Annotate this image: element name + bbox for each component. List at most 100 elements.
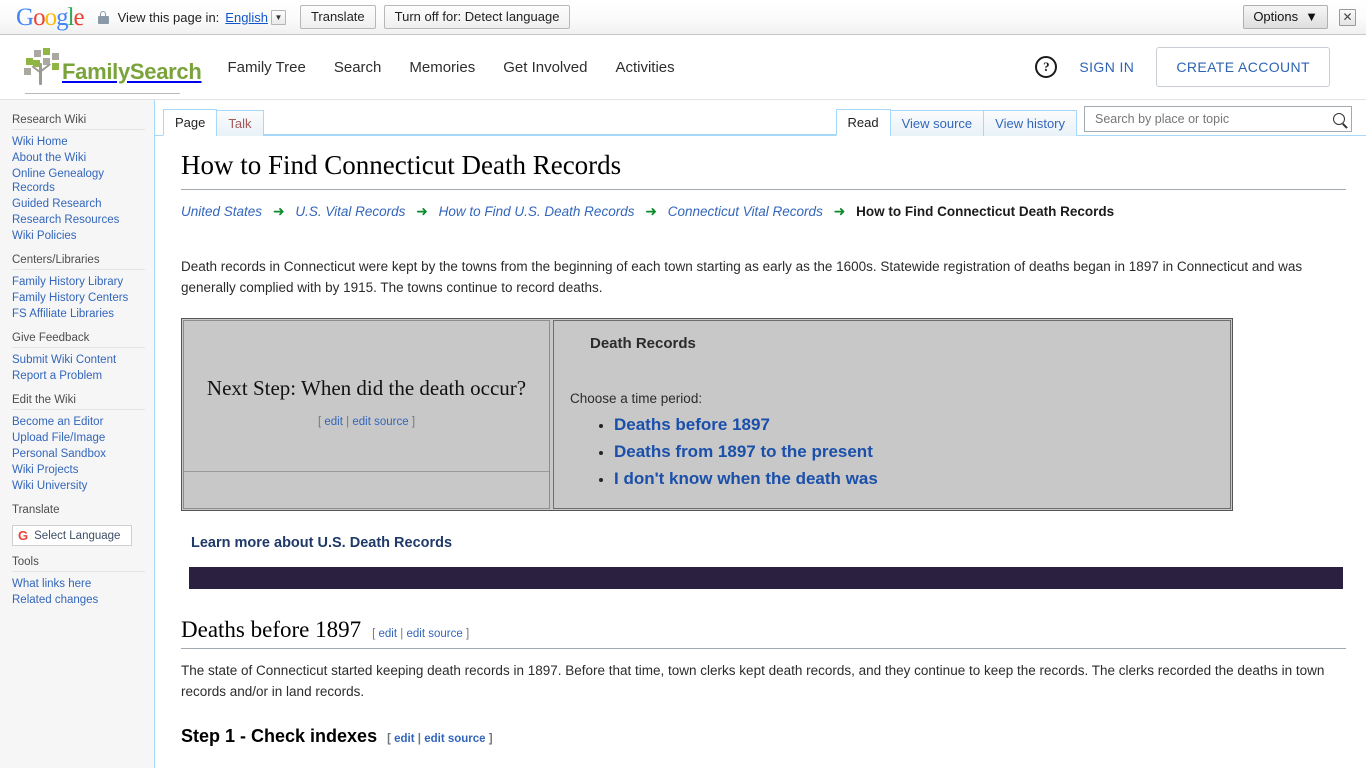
link-dont-know-when-death-was[interactable]: I don't know when the death was [614, 469, 878, 488]
tab-view-source[interactable]: View source [889, 110, 985, 136]
separator: | [400, 628, 404, 641]
select-language-dropdown[interactable]: G Select Language [12, 525, 132, 546]
sidebar-item-research-resources[interactable]: Research Resources [12, 213, 119, 227]
list-item: FS Affiliate Libraries [12, 306, 145, 322]
sidebar-item-report-a-problem[interactable]: Report a Problem [12, 369, 102, 383]
google-logo-letter: G [16, 3, 34, 31]
sign-in-link[interactable]: SIGN IN [1079, 59, 1134, 75]
sidebar-group-centers-libraries: Centers/Libraries Family History Library… [0, 250, 154, 322]
breadcrumb-item-how-to-find-us-death-records[interactable]: How to Find U.S. Death Records [439, 204, 635, 219]
translate-bar-right: Options ▼ ✕ [1243, 5, 1358, 29]
sidebar-item-wiki-home[interactable]: Wiki Home [12, 135, 68, 149]
sidebar-group-title: Research Wiki [12, 114, 87, 126]
edit-source-link[interactable]: edit source [406, 628, 462, 640]
sidebar-item-fs-affiliate-libraries[interactable]: FS Affiliate Libraries [12, 307, 114, 321]
list-item: Personal Sandbox [12, 446, 145, 462]
separator: | [346, 416, 350, 429]
search-box[interactable] [1084, 106, 1352, 132]
sidebar-item-family-history-library[interactable]: Family History Library [12, 275, 123, 289]
nav-item-memories[interactable]: Memories [409, 59, 475, 76]
nav-item-get-involved[interactable]: Get Involved [503, 59, 587, 76]
tab-page[interactable]: Page [163, 109, 218, 136]
link-deaths-from-1897-to-present[interactable]: Deaths from 1897 to the present [614, 442, 873, 461]
sidebar-item-guided-research[interactable]: Guided Research [12, 197, 102, 211]
translate-button[interactable]: Translate [299, 5, 376, 29]
choose-period-label: Choose a time period: [570, 391, 703, 407]
sidebar-group-translate: Translate G Select Language [0, 500, 154, 546]
sidebar-list: What links here Related changes [12, 571, 145, 608]
search-input[interactable] [1093, 111, 1329, 127]
nav-item-search[interactable]: Search [334, 59, 382, 76]
sidebar-list: Become an Editor Upload File/Image Perso… [12, 409, 145, 494]
create-account-button[interactable]: CREATE ACCOUNT [1156, 47, 1330, 87]
select-language-label: Select Language [34, 529, 121, 542]
breadcrumb-item-us-vital-records[interactable]: U.S. Vital Records [295, 204, 405, 219]
link-deaths-before-1897[interactable]: Deaths before 1897 [614, 415, 770, 434]
nav-item-activities[interactable]: Activities [615, 59, 674, 76]
sidebar-list: Wiki Home About the Wiki Online Genealog… [12, 129, 145, 244]
sidebar-item-family-history-centers[interactable]: Family History Centers [12, 291, 128, 305]
bracket-open: [ [387, 733, 391, 746]
close-icon[interactable]: ✕ [1339, 8, 1356, 26]
list-item: Guided Research [12, 196, 145, 212]
tab-spacer [262, 100, 836, 135]
turn-off-translate-button[interactable]: Turn off for: Detect language [383, 5, 571, 29]
nav-item-family-tree[interactable]: Family Tree [227, 59, 305, 76]
chevron-down-icon[interactable]: ▼ [270, 9, 286, 25]
wiki-tab-bar: Page Talk Read View source View history [155, 100, 1366, 136]
sidebar-item-become-an-editor[interactable]: Become an Editor [12, 415, 103, 429]
time-period-list: Deaths before 1897 Deaths from 1897 to t… [570, 413, 1214, 490]
help-icon[interactable]: ? [1035, 56, 1058, 78]
breadcrumb-item-connecticut-vital-records[interactable]: Connecticut Vital Records [668, 204, 823, 219]
translate-prompt-label: View this page in: [117, 9, 220, 25]
sidebar-item-related-changes[interactable]: Related changes [12, 593, 98, 607]
breadcrumb-item-united-states[interactable]: United States [181, 204, 262, 219]
sidebar-item-online-genealogy-records[interactable]: Online Genealogy Records [12, 167, 145, 195]
edit-link[interactable]: edit [379, 628, 398, 640]
list-item: About the Wiki [12, 150, 145, 166]
sidebar-item-wiki-projects[interactable]: Wiki Projects [12, 463, 78, 477]
familysearch-logo[interactable]: FamilySearch [22, 46, 202, 94]
list-item: Online Genealogy Records [12, 166, 145, 196]
arrow-right-icon: ➜ [272, 203, 285, 220]
sidebar-item-about-the-wiki[interactable]: About the Wiki [12, 151, 86, 165]
next-step-footer [184, 472, 549, 508]
lock-icon [97, 10, 109, 24]
edit-link[interactable]: edit [394, 733, 414, 745]
google-translate-bar: Google View this page in: English ▼ Tran… [0, 0, 1366, 35]
learn-more-link[interactable]: Learn more about U.S. Death Records [191, 535, 452, 551]
sidebar-group-title: Translate [12, 504, 60, 516]
sidebar-group-tools: Tools What links here Related changes [0, 552, 154, 608]
edit-link[interactable]: edit [324, 416, 343, 428]
content-area: Page Talk Read View source View history … [155, 100, 1366, 768]
bracket-close: ] [488, 733, 493, 746]
edit-source-link[interactable]: edit source [352, 416, 408, 428]
translate-options-button[interactable]: Options ▼ [1243, 5, 1328, 29]
sidebar-item-wiki-university[interactable]: Wiki University [12, 479, 87, 493]
list-item: Research Resources [12, 212, 145, 228]
sidebar-item-upload-file-image[interactable]: Upload File/Image [12, 431, 105, 445]
sidebar-item-submit-wiki-content[interactable]: Submit Wiki Content [12, 353, 116, 367]
sidebar-list: Submit Wiki Content Report a Problem [12, 347, 145, 384]
google-logo-letter: o [33, 3, 45, 31]
sidebar-item-wiki-policies[interactable]: Wiki Policies [12, 229, 77, 243]
sidebar-group-title: Give Feedback [12, 332, 90, 344]
sidebar-group-title: Centers/Libraries [12, 254, 100, 266]
edit-source-link[interactable]: edit source [424, 733, 485, 745]
next-step-panel: Next Step: When did the death occur? [ e… [181, 318, 1233, 512]
tab-read[interactable]: Read [835, 109, 891, 136]
list-item: Deaths from 1897 to the present [614, 440, 1214, 463]
list-item: What links here [12, 576, 145, 592]
sidebar-list: Family History Library Family History Ce… [12, 269, 145, 322]
google-icon: G [18, 528, 29, 543]
bracket-close: ] [465, 628, 470, 641]
tab-talk[interactable]: Talk [216, 110, 264, 136]
list-item: Report a Problem [12, 368, 145, 384]
list-item: Wiki University [12, 478, 145, 494]
sidebar-item-personal-sandbox[interactable]: Personal Sandbox [12, 447, 106, 461]
search-icon[interactable] [1333, 113, 1345, 125]
sidebar-item-what-links-here[interactable]: What links here [12, 577, 91, 591]
tab-view-history[interactable]: View history [983, 110, 1077, 136]
translate-language-select[interactable]: English ▼ [225, 9, 286, 25]
translate-language-value[interactable]: English [225, 10, 268, 25]
